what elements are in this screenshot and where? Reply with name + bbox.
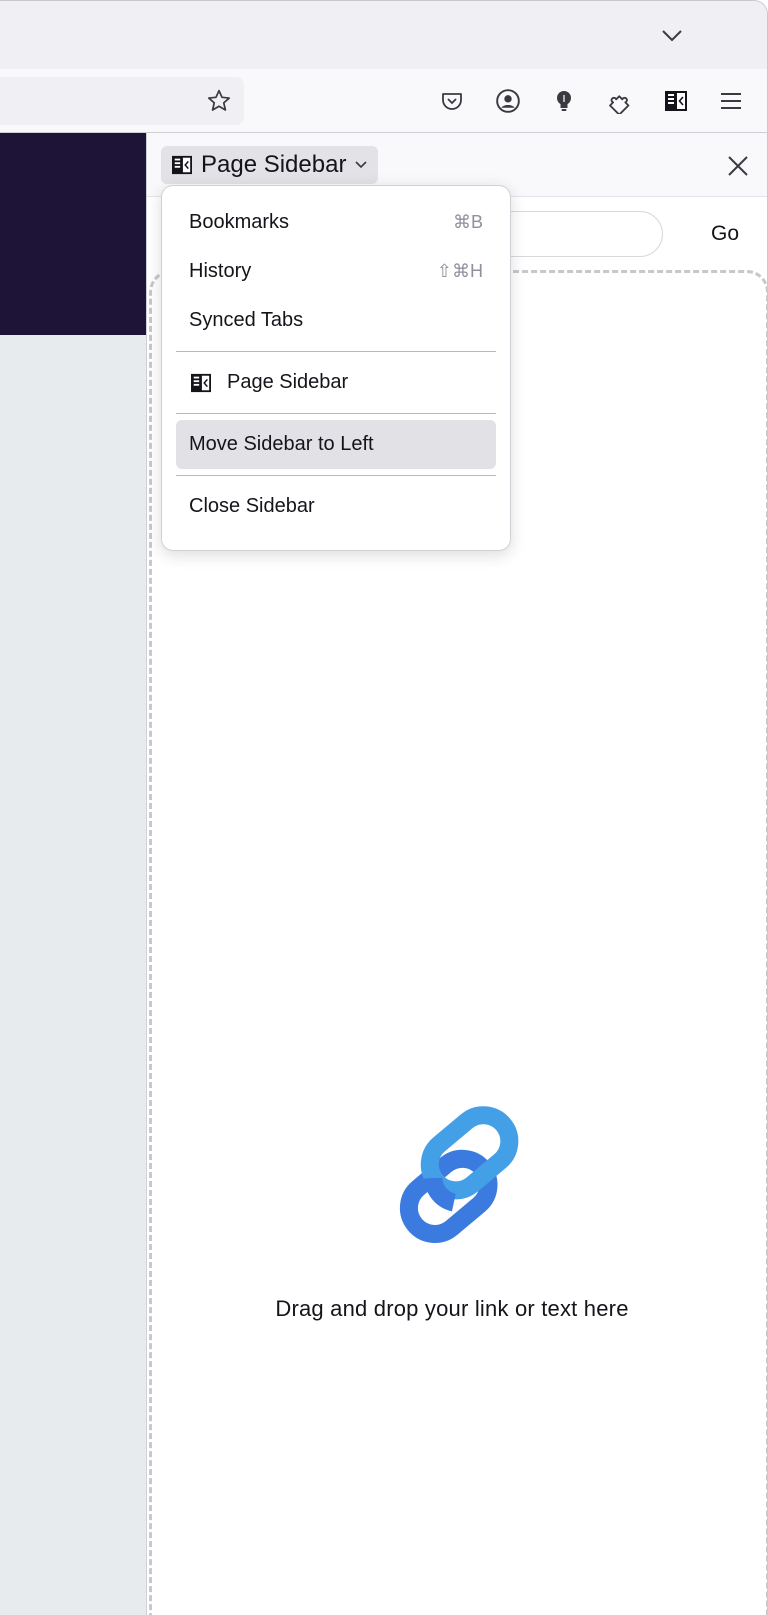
- menu-item-label: History: [189, 260, 252, 282]
- sidebar-icon: [665, 91, 687, 111]
- pocket-icon: [442, 93, 462, 110]
- extensions-button[interactable]: [602, 83, 638, 119]
- menu-separator: [176, 351, 496, 352]
- browser-window: Page Sidebar Go Drag and drop your link …: [0, 0, 768, 1615]
- menu-separator: [176, 413, 496, 414]
- link-icon: [399, 1106, 519, 1243]
- sidebar-switcher-menu: Bookmarks ⌘B History ⇧⌘H Synced Tabs Pag…: [161, 185, 511, 551]
- close-icon: [728, 156, 748, 176]
- menu-icon: [721, 93, 741, 109]
- lightbulb-icon: [557, 91, 571, 111]
- menu-item-history[interactable]: History ⇧⌘H: [176, 247, 496, 296]
- chevron-down-icon: [662, 30, 682, 42]
- list-all-tabs-button[interactable]: [657, 21, 687, 51]
- ideas-extension-button[interactable]: [546, 83, 582, 119]
- sidebar-switcher-label: Page Sidebar: [201, 151, 347, 178]
- menu-item-close-sidebar[interactable]: Close Sidebar: [176, 482, 496, 531]
- pocket-button[interactable]: [434, 83, 470, 119]
- menu-item-shortcut: ⌘B: [452, 212, 483, 232]
- app-menu-button[interactable]: [713, 83, 749, 119]
- menu-item-label: Move Sidebar to Left: [189, 433, 374, 455]
- account-icon: [496, 89, 520, 113]
- sidebar-close-button[interactable]: [721, 149, 755, 183]
- menu-item-page-sidebar[interactable]: Page Sidebar: [176, 358, 496, 407]
- menu-item-move-sidebar-left[interactable]: Move Sidebar to Left: [176, 420, 496, 469]
- sidebar-icon: [189, 371, 213, 395]
- chevron-down-icon: [355, 161, 368, 169]
- nav-toolbar: [0, 69, 767, 133]
- sidebar-toggle-button[interactable]: [658, 83, 694, 119]
- tab-strip: [0, 1, 767, 69]
- menu-item-label: Page Sidebar: [227, 371, 349, 393]
- page-header-band: [0, 133, 146, 335]
- sidebar-switcher-button[interactable]: Page Sidebar: [161, 146, 379, 184]
- menu-item-shortcut: ⇧⌘H: [436, 261, 483, 281]
- account-button[interactable]: [490, 83, 526, 119]
- menu-separator: [176, 475, 496, 476]
- star-icon: [207, 89, 231, 111]
- menu-item-label: Synced Tabs: [189, 309, 304, 331]
- menu-item-synced-tabs[interactable]: Synced Tabs: [176, 296, 496, 345]
- menu-item-label: Bookmarks: [189, 211, 290, 233]
- extensions-icon: [609, 95, 630, 114]
- page-content: [0, 133, 146, 1615]
- go-button[interactable]: Go: [699, 213, 751, 255]
- sidebar-icon: [172, 155, 192, 175]
- drop-instructions: Drag and drop your link or text here: [275, 1296, 629, 1321]
- menu-item-bookmarks[interactable]: Bookmarks ⌘B: [176, 198, 496, 247]
- bookmark-star-button[interactable]: [204, 84, 234, 118]
- menu-item-label: Close Sidebar: [189, 495, 315, 517]
